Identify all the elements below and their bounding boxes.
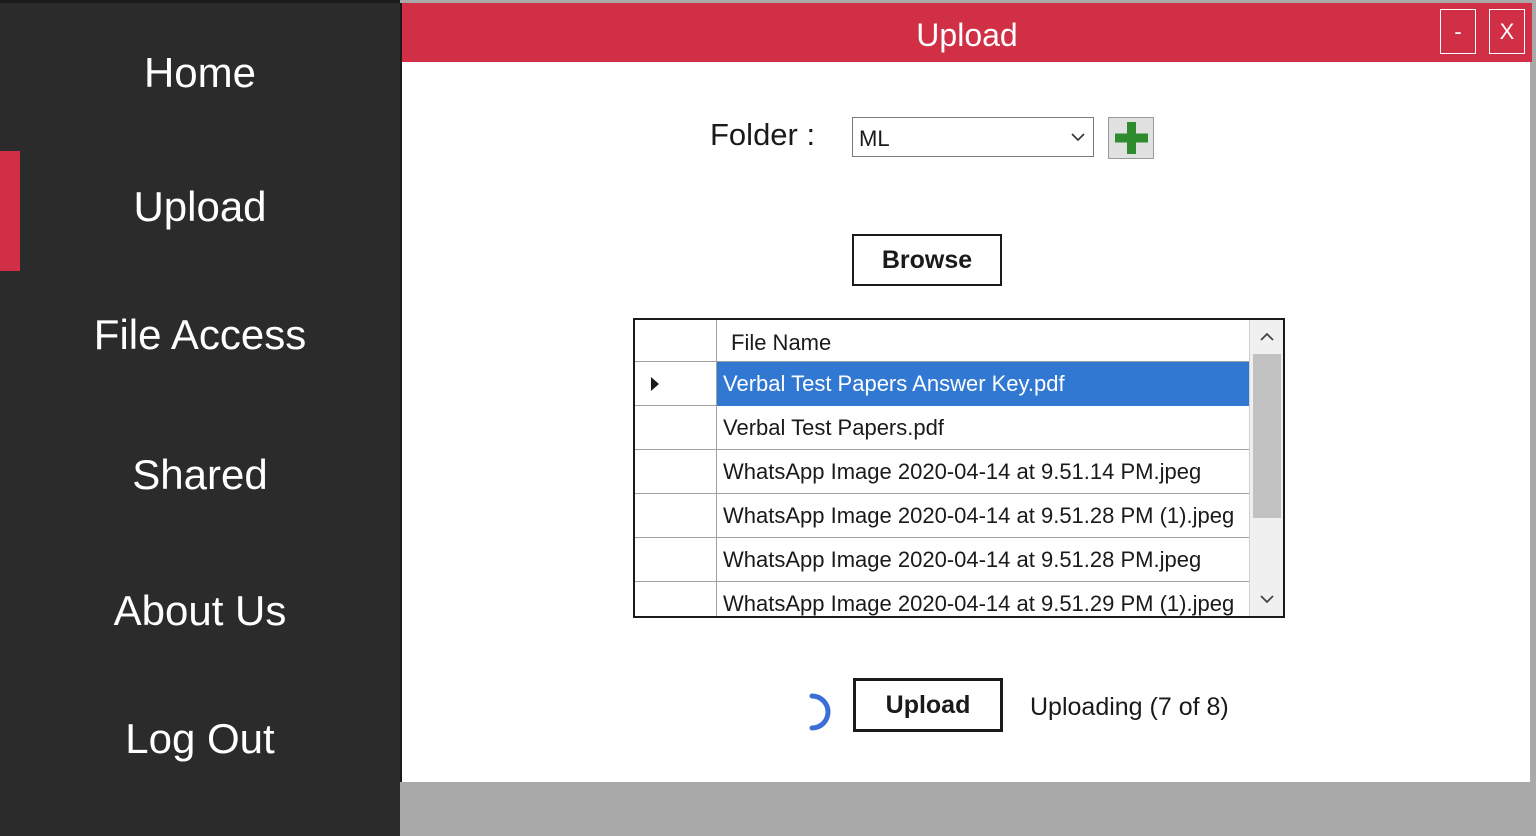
- table-row[interactable]: WhatsApp Image 2020-04-14 at 9.51.28 PM …: [635, 494, 1249, 538]
- row-header[interactable]: [635, 538, 717, 582]
- window-title: Upload: [916, 17, 1018, 53]
- row-header[interactable]: [635, 450, 717, 494]
- upload-status-text: Uploading (7 of 8): [1030, 693, 1229, 721]
- file-name-cell[interactable]: Verbal Test Papers Answer Key.pdf: [717, 362, 1249, 406]
- row-header[interactable]: [635, 362, 717, 406]
- scroll-up-button[interactable]: [1250, 320, 1283, 354]
- file-name-cell[interactable]: WhatsApp Image 2020-04-14 at 9.51.28 PM …: [717, 494, 1249, 538]
- folder-selected-value: ML: [859, 126, 890, 151]
- browse-button[interactable]: Browse: [852, 234, 1002, 286]
- row-header[interactable]: [635, 494, 717, 538]
- row-header[interactable]: [635, 582, 717, 616]
- grid-header: File Name: [635, 320, 1249, 362]
- sidebar-item-shared[interactable]: Shared: [0, 451, 400, 499]
- sidebar-item-upload[interactable]: Upload: [0, 183, 400, 231]
- close-button[interactable]: X: [1489, 9, 1525, 54]
- current-row-arrow-icon: [651, 377, 659, 391]
- chevron-down-icon: [1260, 595, 1274, 604]
- file-name-cell[interactable]: WhatsApp Image 2020-04-14 at 9.51.14 PM.…: [717, 450, 1249, 494]
- sidebar-item-log-out[interactable]: Log Out: [0, 715, 400, 763]
- scroll-thumb[interactable]: [1253, 354, 1281, 518]
- sidebar: Home Upload File Access Shared About Us …: [0, 0, 400, 836]
- upload-button[interactable]: Upload: [853, 678, 1003, 732]
- title-bar: Upload - X: [402, 3, 1532, 62]
- scroll-down-button[interactable]: [1250, 582, 1283, 616]
- plus-icon: [1115, 122, 1148, 154]
- file-name-cell[interactable]: WhatsApp Image 2020-04-14 at 9.51.28 PM.…: [717, 538, 1249, 582]
- upload-panel: Upload - X Folder : ML Browse File Name: [400, 3, 1532, 782]
- add-folder-button[interactable]: [1108, 117, 1154, 159]
- table-row[interactable]: WhatsApp Image 2020-04-14 at 9.51.14 PM.…: [635, 450, 1249, 494]
- chevron-up-icon: [1260, 332, 1274, 341]
- app-root: Home Upload File Access Shared About Us …: [0, 0, 1536, 836]
- grid-corner-cell: [635, 320, 717, 362]
- file-grid: File Name Verbal Test Papers Answer Key.…: [633, 318, 1285, 618]
- table-row[interactable]: WhatsApp Image 2020-04-14 at 9.51.28 PM.…: [635, 538, 1249, 582]
- file-name-cell[interactable]: Verbal Test Papers.pdf: [717, 406, 1249, 450]
- folder-dropdown[interactable]: ML: [852, 117, 1094, 157]
- column-header-file-name[interactable]: File Name: [731, 330, 831, 356]
- sidebar-item-home[interactable]: Home: [0, 49, 400, 97]
- sidebar-item-about-us[interactable]: About Us: [0, 587, 400, 635]
- minimize-button[interactable]: -: [1440, 9, 1476, 54]
- file-name-cell[interactable]: WhatsApp Image 2020-04-14 at 9.51.29 PM …: [717, 582, 1249, 616]
- chevron-down-icon: [1071, 133, 1085, 142]
- loading-spinner-icon: [809, 693, 831, 731]
- table-row[interactable]: WhatsApp Image 2020-04-14 at 9.51.29 PM …: [635, 582, 1249, 616]
- sidebar-item-file-access[interactable]: File Access: [0, 311, 400, 359]
- vertical-scrollbar[interactable]: [1249, 320, 1283, 616]
- table-row[interactable]: Verbal Test Papers Answer Key.pdf: [635, 362, 1249, 406]
- folder-label: Folder :: [710, 117, 816, 152]
- row-header[interactable]: [635, 406, 717, 450]
- table-row[interactable]: Verbal Test Papers.pdf: [635, 406, 1249, 450]
